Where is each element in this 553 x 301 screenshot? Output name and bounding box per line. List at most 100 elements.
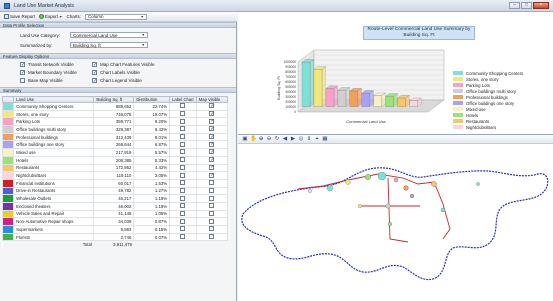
display-option[interactable]: Market Boundary Visible xyxy=(20,70,92,76)
chart-type-select[interactable]: Column ▼ xyxy=(85,13,148,20)
color-swatch[interactable] xyxy=(1,186,15,196)
table-row[interactable]: Enclosed theaters 46,002 1.18% xyxy=(1,201,229,211)
map-checkbox[interactable] xyxy=(209,218,215,224)
label-checkbox[interactable] xyxy=(180,172,186,178)
table-row[interactable]: Professional buildings 313,439 8.01% xyxy=(1,132,229,142)
identify-icon[interactable]: ⌖ xyxy=(314,136,320,142)
map-checkbox[interactable] xyxy=(209,157,215,163)
color-swatch[interactable] xyxy=(1,102,15,111)
color-swatch[interactable] xyxy=(1,155,15,165)
back-icon[interactable]: ◀ xyxy=(282,136,288,142)
info-icon[interactable]: ℹ xyxy=(306,136,312,142)
table-row[interactable]: Stores, one story 746,076 19.07% xyxy=(1,109,229,119)
forward-icon[interactable]: ▶ xyxy=(290,136,296,142)
label-checkbox[interactable] xyxy=(180,103,186,109)
map-view[interactable] xyxy=(238,144,553,301)
label-checkbox[interactable] xyxy=(180,157,186,163)
map-checkbox[interactable] xyxy=(209,111,215,117)
color-swatch[interactable] xyxy=(1,117,15,127)
label-checkbox[interactable] xyxy=(180,188,186,193)
map-checkbox[interactable] xyxy=(209,141,215,147)
label-checkbox[interactable] xyxy=(180,218,186,224)
label-checkbox[interactable] xyxy=(180,203,186,209)
export-button[interactable]: Export ▼ xyxy=(39,14,63,19)
map-checkbox[interactable] xyxy=(209,103,215,109)
map-checkbox[interactable] xyxy=(209,211,215,216)
label-checkbox[interactable] xyxy=(180,164,186,170)
checkbox[interactable] xyxy=(20,70,25,76)
map-checkbox[interactable] xyxy=(209,188,215,193)
table-row[interactable]: Financial institutions 60,017 1.53% xyxy=(1,178,229,188)
color-swatch[interactable] xyxy=(1,163,15,173)
map-checkbox[interactable] xyxy=(209,118,215,124)
table-row[interactable]: Hotels 208,385 5.33% xyxy=(1,155,229,165)
full-extent-icon[interactable]: ◎ xyxy=(298,136,304,142)
map-checkbox[interactable] xyxy=(209,226,215,232)
summarized-select[interactable]: Building Sq. ft ▼ xyxy=(70,42,148,48)
table-row[interactable]: Drive-in Restaurants 49,782 1.27% xyxy=(1,186,229,196)
table-row[interactable]: Parking Lots 359,771 9.20% xyxy=(1,117,229,127)
zoom-out-icon[interactable]: ⊖ xyxy=(266,136,272,142)
label-checkbox[interactable] xyxy=(180,118,186,124)
color-swatch[interactable] xyxy=(1,232,15,242)
label-checkbox[interactable] xyxy=(180,195,186,201)
display-option[interactable]: Chart Legend Visible xyxy=(92,78,182,84)
column-header[interactable]: Label Chart xyxy=(169,96,197,103)
map-checkbox[interactable] xyxy=(209,203,215,209)
display-option[interactable]: Map Chart Features Visible xyxy=(92,62,182,68)
label-checkbox[interactable] xyxy=(180,111,186,117)
table-row[interactable]: Community Shopping Centers 889,652 22.74% xyxy=(1,102,229,111)
maximize-button[interactable]: □ xyxy=(521,2,532,9)
color-swatch[interactable] xyxy=(1,171,15,180)
display-option[interactable]: Base Map Visible xyxy=(20,78,92,83)
label-checkbox[interactable] xyxy=(180,180,186,186)
color-swatch[interactable] xyxy=(1,217,15,226)
label-checkbox[interactable] xyxy=(180,234,186,240)
table-row[interactable]: Supermarkets 5,883 0.15% xyxy=(1,225,229,234)
label-checkbox[interactable] xyxy=(180,211,186,216)
map-checkbox[interactable] xyxy=(209,134,215,140)
color-swatch[interactable] xyxy=(1,148,15,157)
zoom-in-icon[interactable]: ⊕ xyxy=(258,136,264,142)
color-swatch[interactable] xyxy=(1,225,15,234)
color-swatch[interactable] xyxy=(1,140,15,150)
table-row[interactable]: Office buildings one story 268,644 6.87% xyxy=(1,140,229,150)
refresh-icon[interactable]: ↻ xyxy=(274,136,280,142)
map-checkbox[interactable] xyxy=(209,126,215,132)
display-option[interactable]: Transit Network Visible xyxy=(20,62,92,68)
label-checkbox[interactable] xyxy=(180,149,186,155)
label-checkbox[interactable] xyxy=(180,141,186,147)
checkbox[interactable] xyxy=(20,62,25,68)
map-checkbox[interactable] xyxy=(209,164,215,170)
save-report-button[interactable]: Save Report xyxy=(4,14,35,19)
color-swatch[interactable] xyxy=(1,209,15,219)
map-checkbox[interactable] xyxy=(209,180,215,186)
table-row[interactable]: Restaurants 172,862 4.42% xyxy=(1,163,229,173)
checkbox[interactable] xyxy=(92,62,97,68)
save-icon[interactable]: ▣ xyxy=(242,136,248,142)
table-row[interactable]: Vehicle Sales and Repair 41,148 1.05% xyxy=(1,209,229,219)
label-checkbox[interactable] xyxy=(180,134,186,140)
display-option[interactable]: Chart Labels Visible xyxy=(92,70,182,76)
table-row[interactable]: Florists 2,746 0.07% xyxy=(1,232,229,242)
measure-icon[interactable]: ▦ xyxy=(322,136,328,142)
table-row[interactable]: Non-Automotive Repair shops 34,039 0.87% xyxy=(1,217,229,226)
color-swatch[interactable] xyxy=(1,125,15,134)
map-checkbox[interactable] xyxy=(209,234,215,240)
checkbox[interactable] xyxy=(92,70,97,76)
color-swatch[interactable] xyxy=(1,201,15,211)
color-swatch[interactable] xyxy=(1,178,15,188)
checkbox[interactable] xyxy=(92,78,97,84)
map-checkbox[interactable] xyxy=(209,149,215,155)
color-swatch[interactable] xyxy=(1,132,15,142)
color-swatch[interactable] xyxy=(1,194,15,203)
map-checkbox[interactable] xyxy=(209,195,215,201)
pan-icon[interactable]: ✋ xyxy=(250,136,257,142)
color-swatch[interactable] xyxy=(1,109,15,119)
minimize-button[interactable]: – xyxy=(509,2,520,9)
table-row[interactable]: Office buildings multi story 329,387 8.42% xyxy=(1,125,229,134)
map-checkbox[interactable] xyxy=(209,172,215,178)
table-row[interactable]: Mixed use 217,919 5.57% xyxy=(1,148,229,157)
checkbox[interactable] xyxy=(20,78,25,83)
label-checkbox[interactable] xyxy=(180,226,186,232)
